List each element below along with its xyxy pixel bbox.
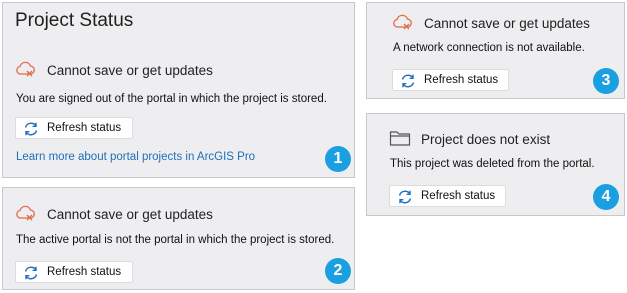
refresh-status-button[interactable]: Refresh status [15,261,133,283]
refresh-icon [401,74,415,88]
status-message: A network connection is not available. [393,42,585,54]
cloud-error-icon [393,14,412,30]
cloud-error-icon [16,61,35,77]
callout-badge-2: 2 [325,258,351,284]
refresh-status-label: Refresh status [47,266,122,278]
refresh-status-label: Refresh status [424,74,499,86]
cloud-error-icon [16,205,35,221]
refresh-icon [24,122,38,136]
learn-more-link[interactable]: Learn more about portal projects in ArcG… [16,151,255,163]
project-status-panel-no-network: Cannot save or get updates A network con… [366,2,625,99]
status-heading: Cannot save or get updates [424,16,590,31]
panel-title: Project Status [15,10,134,31]
project-status-panel-deleted: Project does not exist This project was … [366,113,625,216]
callout-badge-4: 4 [593,184,619,210]
project-status-panel-wrong-portal: Cannot save or get updates The active po… [2,187,355,290]
refresh-icon [398,190,412,204]
status-heading: Cannot save or get updates [47,63,213,78]
status-heading: Project does not exist [421,132,551,147]
status-message: The active portal is not the portal in w… [16,234,335,246]
status-message: You are signed out of the portal in whic… [16,93,327,105]
folder-icon [389,131,411,146]
callout-badge-1: 1 [325,146,351,172]
refresh-icon [24,266,38,280]
refresh-status-label: Refresh status [47,122,122,134]
refresh-status-label: Refresh status [421,190,496,202]
refresh-status-button[interactable]: Refresh status [392,69,509,91]
status-heading: Cannot save or get updates [47,207,213,222]
refresh-status-button[interactable]: Refresh status [389,185,506,207]
project-status-panel-signed-out: Project Status Cannot save or get update… [2,2,355,178]
status-message: This project was deleted from the portal… [390,158,595,170]
callout-badge-3: 3 [593,68,619,94]
refresh-status-button[interactable]: Refresh status [15,117,133,139]
